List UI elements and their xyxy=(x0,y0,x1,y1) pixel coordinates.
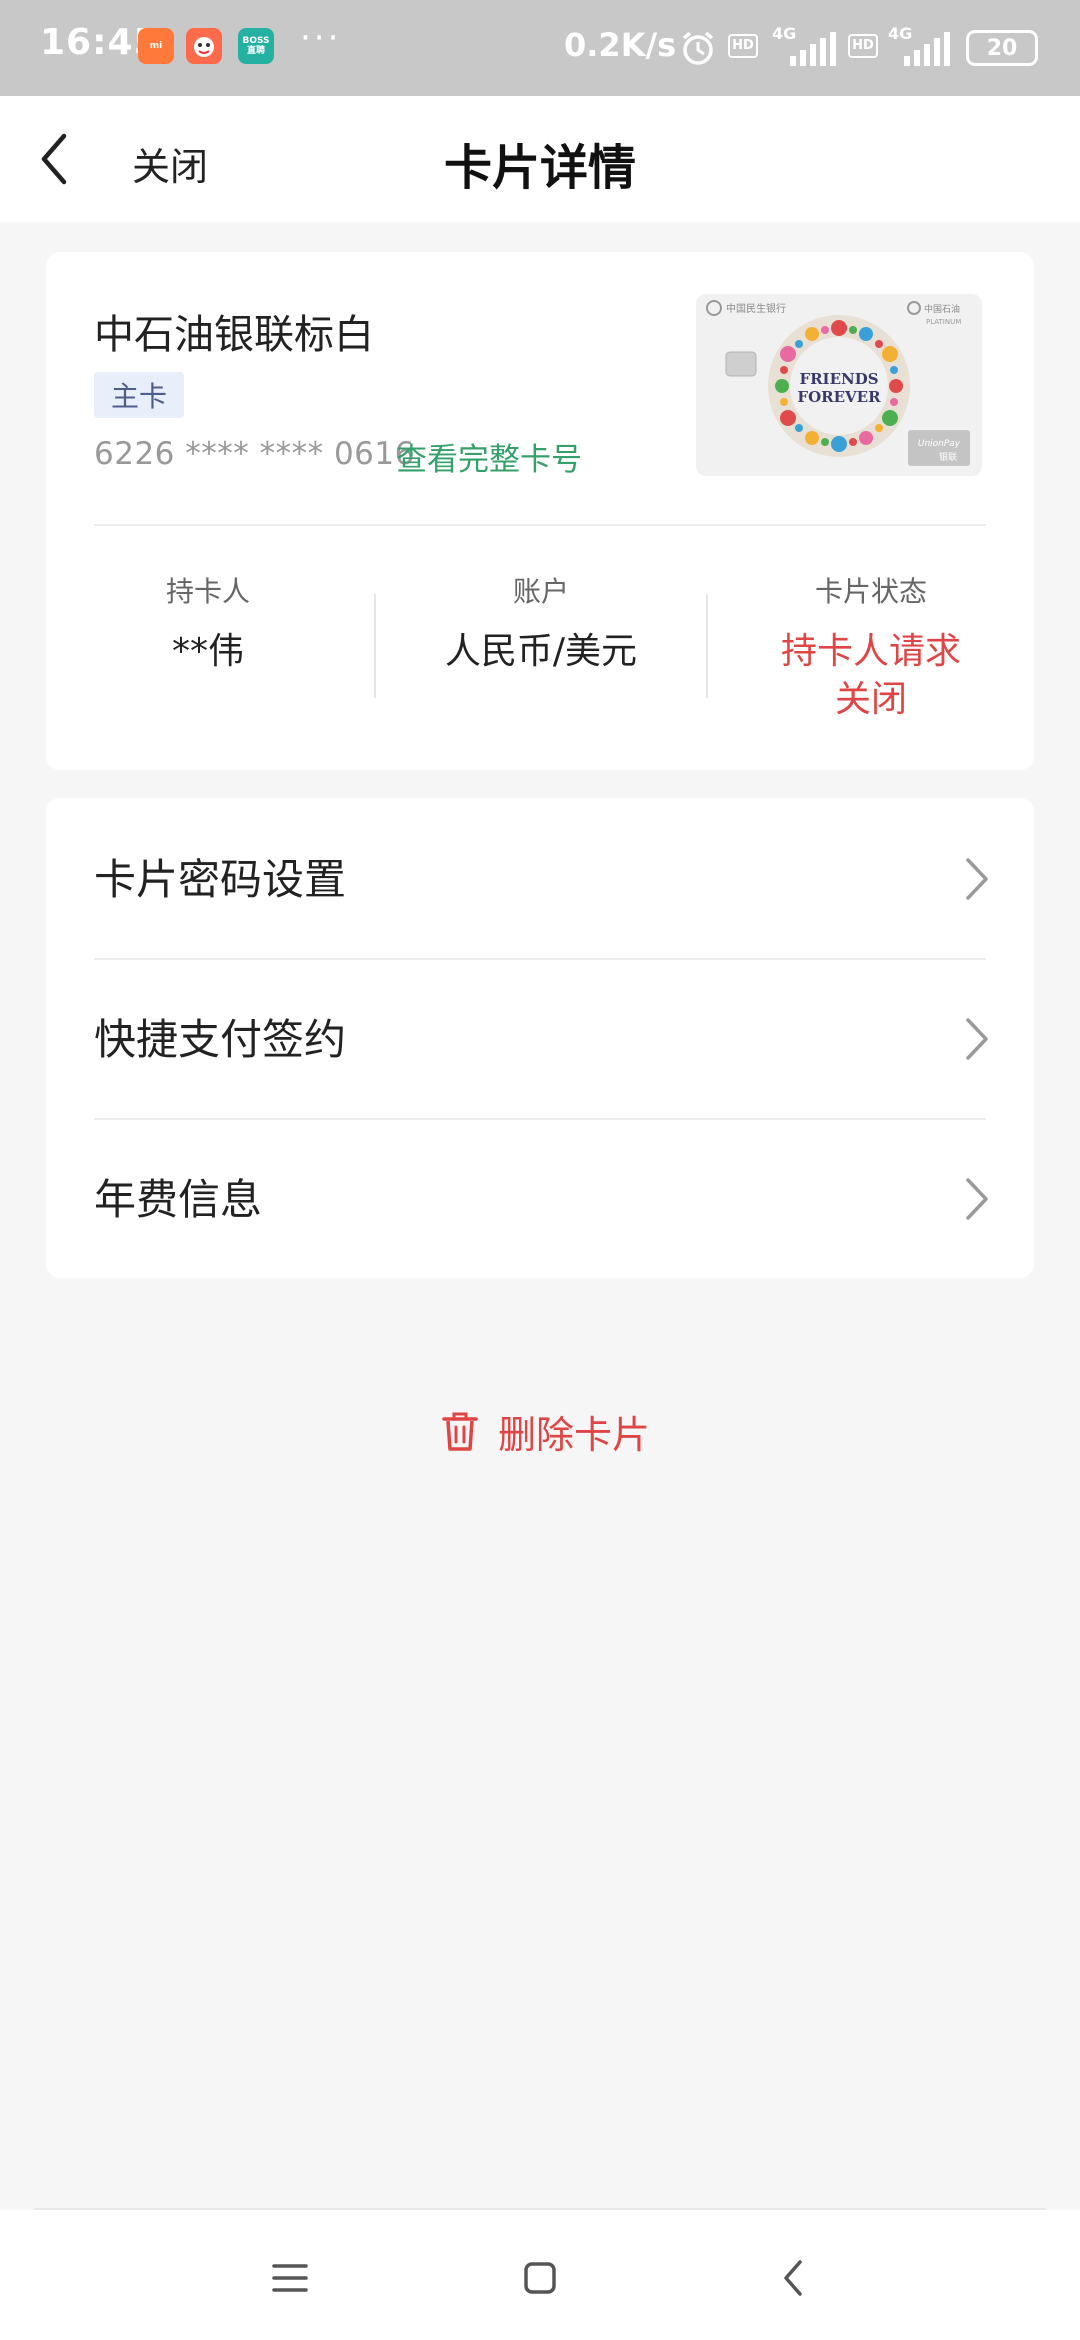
cardholder-value: **伟 xyxy=(171,631,244,672)
card-status-line1: 持卡人请求 xyxy=(780,631,961,672)
svg-text:UnionPay: UnionPay xyxy=(918,439,961,449)
trash-icon xyxy=(442,1412,478,1451)
card-info-panel: 中石油银联标白 主卡 6226 **** **** 0616 查看完整卡号 中国… xyxy=(46,252,1034,770)
more-notifications-icon: ··· xyxy=(300,18,342,58)
signal-icon xyxy=(790,32,836,66)
card-image: 中国民生银行 中国石油 PLATINUM FRIENDS FOREVER Uni… xyxy=(696,294,982,476)
signal-icon-2 xyxy=(904,32,950,66)
page-title: 卡片详情 xyxy=(443,140,636,196)
delete-card-label: 删除卡片 xyxy=(498,1412,651,1457)
svg-text:中国民生银行: 中国民生银行 xyxy=(726,302,786,315)
account-value: 人民币/美元 xyxy=(444,631,638,672)
card-status-info: 卡片状态 持卡人请求 关闭 xyxy=(708,570,1034,724)
hd-icon-2: HD xyxy=(848,34,878,58)
menu-item-quick-pay[interactable]: 快捷支付签约 xyxy=(46,958,1034,1118)
chevron-right-icon xyxy=(966,858,988,900)
menu-item-label: 卡片密码设置 xyxy=(94,855,347,904)
system-nav-bar xyxy=(0,2210,1080,2340)
game-app-icon xyxy=(186,28,222,64)
svg-text:PLATINUM: PLATINUM xyxy=(926,318,961,326)
header: 关闭 卡片详情 xyxy=(0,96,1080,222)
home-icon[interactable] xyxy=(510,2248,570,2308)
card-status-value: 持卡人请求 关闭 xyxy=(708,628,1034,724)
menu-item-label: 年费信息 xyxy=(94,1175,263,1224)
battery-icon: 20 xyxy=(966,30,1038,66)
back-nav-icon[interactable] xyxy=(764,2248,824,2308)
card-name: 中石油银联标白 xyxy=(94,312,374,358)
account-label: 账户 xyxy=(512,575,569,608)
card-divider xyxy=(94,524,986,526)
mi-store-icon: mi xyxy=(138,28,174,64)
battery-level: 20 xyxy=(986,35,1018,61)
card-status-line2: 关闭 xyxy=(834,679,907,720)
net-speed: 0.2K/s xyxy=(564,26,677,64)
menu-item-card-password[interactable]: 卡片密码设置 xyxy=(46,798,1034,958)
boss-zhipin-icon: BOSS 直聘 xyxy=(238,28,274,64)
primary-card-tag: 主卡 xyxy=(94,372,184,418)
svg-text:FRIENDS: FRIENDS xyxy=(799,370,878,388)
hd-icon: HD xyxy=(728,34,758,58)
alarm-icon xyxy=(682,31,714,65)
menu-item-label: 快捷支付签约 xyxy=(94,1015,347,1064)
menu-icon[interactable] xyxy=(260,2248,320,2308)
cardholder-info: 持卡人 **伟 xyxy=(46,570,370,676)
cardholder-label: 持卡人 xyxy=(165,575,250,608)
card-settings-menu: 卡片密码设置 快捷支付签约 年费信息 xyxy=(46,798,1034,1278)
svg-text:银联: 银联 xyxy=(939,451,957,463)
svg-text:中国石油: 中国石油 xyxy=(924,303,960,315)
svg-text:FOREVER: FOREVER xyxy=(797,388,881,406)
card-number: 6226 **** **** 0616 xyxy=(94,436,415,472)
chevron-right-icon xyxy=(966,1178,988,1220)
account-info: 账户 人民币/美元 xyxy=(376,570,706,676)
chevron-right-icon xyxy=(966,1018,988,1060)
delete-card-button[interactable]: 删除卡片 xyxy=(440,1396,650,1466)
view-full-number-link[interactable]: 查看完整卡号 xyxy=(396,434,582,479)
menu-item-annual-fee[interactable]: 年费信息 xyxy=(46,1118,1034,1278)
card-status-label: 卡片状态 xyxy=(814,575,927,608)
status-bar: 16:45 mi BOSS 直聘 ··· 0.2K/s HD 4G HD 4G … xyxy=(0,0,1080,96)
